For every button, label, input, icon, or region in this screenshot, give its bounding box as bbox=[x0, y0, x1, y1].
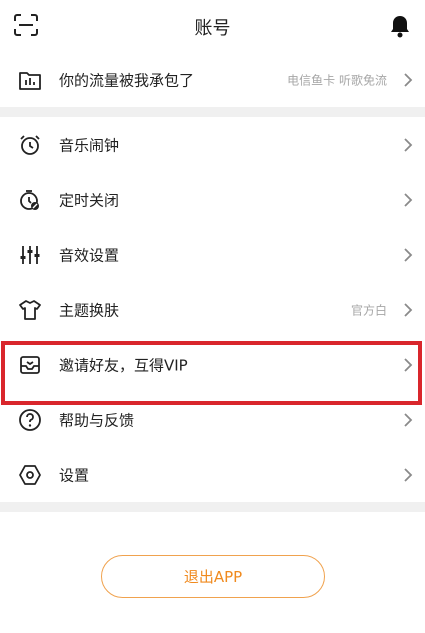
bottom-area: 退出APP bbox=[0, 528, 425, 633]
menu-row-theme[interactable]: 主题换肤 官方白 bbox=[0, 282, 425, 337]
tshirt-icon bbox=[19, 299, 41, 320]
menu-row-settings[interactable]: 设置 bbox=[0, 447, 425, 502]
menu-label: 音乐闹钟 bbox=[59, 136, 120, 154]
section-divider bbox=[0, 502, 425, 512]
menu-label: 主题换肤 bbox=[59, 301, 120, 319]
help-icon bbox=[19, 408, 41, 431]
bell-icon[interactable] bbox=[389, 14, 411, 38]
header-bar: 账号 bbox=[0, 0, 425, 52]
menu-row-invite-friends[interactable]: 邀请好友，互得VIP bbox=[0, 337, 425, 392]
chevron-right-icon bbox=[404, 412, 413, 427]
section-divider bbox=[0, 107, 425, 117]
page-title: 账号 bbox=[194, 18, 231, 39]
menu-row-data-plan[interactable]: 你的流量被我承包了 电信鱼卡 听歌免流 bbox=[0, 52, 425, 107]
chevron-right-icon bbox=[404, 192, 413, 207]
logout-button[interactable]: 退出APP bbox=[101, 555, 325, 598]
menu-label: 音效设置 bbox=[59, 246, 120, 264]
alarm-clock-icon bbox=[20, 134, 40, 155]
menu-subtext: 电信鱼卡 听歌免流 bbox=[287, 73, 387, 87]
menu-subtext: 官方白 bbox=[350, 303, 387, 317]
menu-label: 邀请好友，互得VIP bbox=[59, 356, 188, 374]
chevron-right-icon bbox=[404, 72, 413, 87]
timer-off-icon bbox=[20, 189, 39, 210]
chevron-right-icon bbox=[404, 137, 413, 152]
menu-row-help-feedback[interactable]: 帮助与反馈 bbox=[0, 392, 425, 447]
menu-label: 你的流量被我承包了 bbox=[59, 71, 195, 89]
chevron-right-icon bbox=[404, 247, 413, 262]
invite-inbox-icon bbox=[20, 355, 40, 374]
menu-row-sound-effects[interactable]: 音效设置 bbox=[0, 227, 425, 282]
settings-hex-icon bbox=[19, 464, 41, 485]
menu-row-music-alarm[interactable]: 音乐闹钟 bbox=[0, 117, 425, 172]
menu-label: 帮助与反馈 bbox=[59, 411, 135, 429]
folder-chart-icon bbox=[19, 71, 41, 90]
chevron-right-icon bbox=[404, 467, 413, 482]
menu-row-timer-off[interactable]: 定时关闭 bbox=[0, 172, 425, 227]
menu-label: 定时关闭 bbox=[59, 191, 120, 209]
menu-label: 设置 bbox=[59, 466, 90, 484]
chevron-right-icon bbox=[404, 302, 413, 317]
chevron-right-icon bbox=[404, 357, 413, 372]
equalizer-icon bbox=[20, 245, 40, 264]
